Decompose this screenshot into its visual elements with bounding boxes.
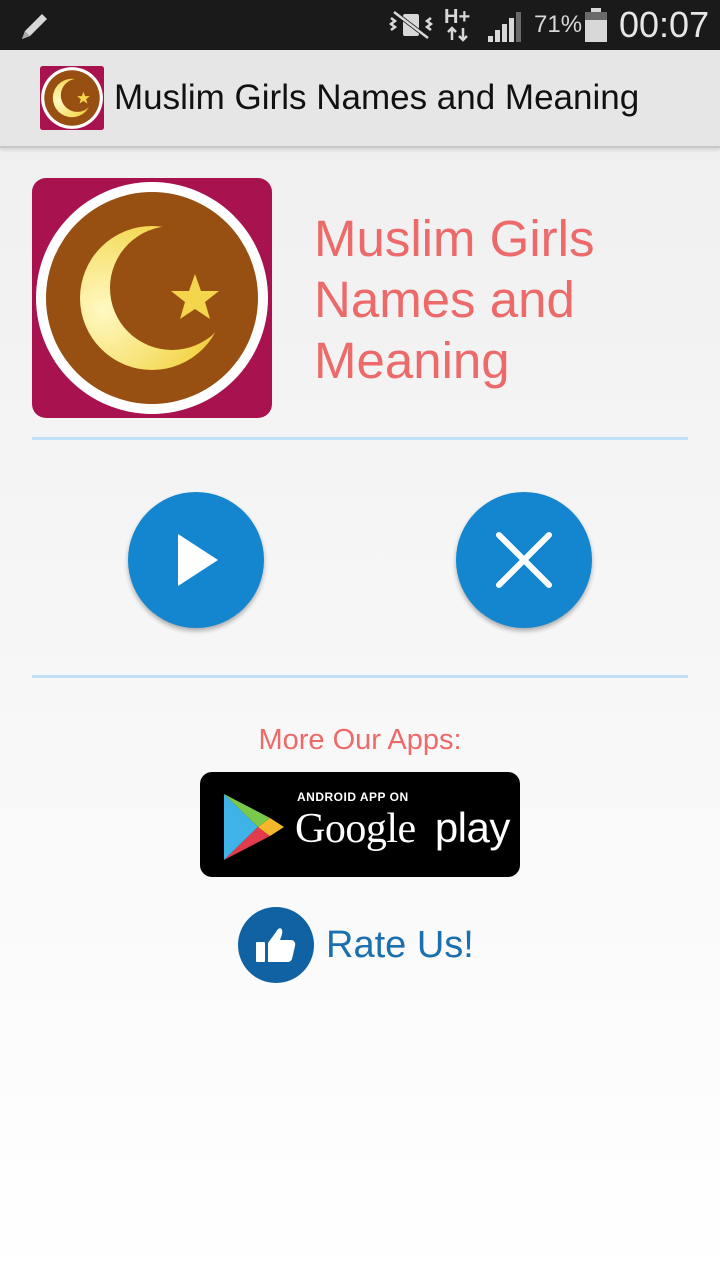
pencil-icon [22, 14, 47, 39]
clock: 00:07 [619, 4, 710, 45]
action-bar-title: Muslim Girls Names and Meaning [114, 78, 640, 117]
rate-us-button[interactable]: Rate Us! [238, 907, 474, 983]
crescent-star-icon [32, 178, 272, 418]
play-icon [178, 534, 218, 586]
vibrate-icon [388, 10, 434, 40]
exit-button[interactable] [456, 492, 592, 628]
crescent-star-icon[interactable] [40, 66, 104, 130]
network-data-icon: H+ [444, 6, 474, 44]
badge-big-text: Google play [295, 804, 510, 853]
thumbs-up-icon [238, 907, 314, 983]
badge-google-text: Google [295, 806, 416, 852]
start-button[interactable] [128, 492, 264, 628]
rate-us-label: Rate Us! [326, 923, 474, 966]
signal-icon [488, 12, 521, 42]
app-title: Muslim Girls Names and Meaning [314, 210, 595, 389]
badge-small-text: ANDROID APP ON [297, 790, 409, 804]
status-bar: H+ 71% 00:07 [0, 0, 720, 50]
battery-percent: 71% [534, 11, 583, 38]
action-bar: Muslim Girls Names and Meaning [0, 50, 720, 148]
battery-icon [585, 8, 607, 42]
divider-bottom [32, 675, 688, 678]
google-play-logo-icon [224, 794, 284, 860]
google-play-badge[interactable]: ANDROID APP ON Google play [200, 772, 520, 877]
divider-top [32, 437, 688, 440]
more-apps-label: More Our Apps: [258, 724, 462, 756]
close-icon [496, 532, 552, 588]
badge-play-text: play [434, 804, 511, 851]
